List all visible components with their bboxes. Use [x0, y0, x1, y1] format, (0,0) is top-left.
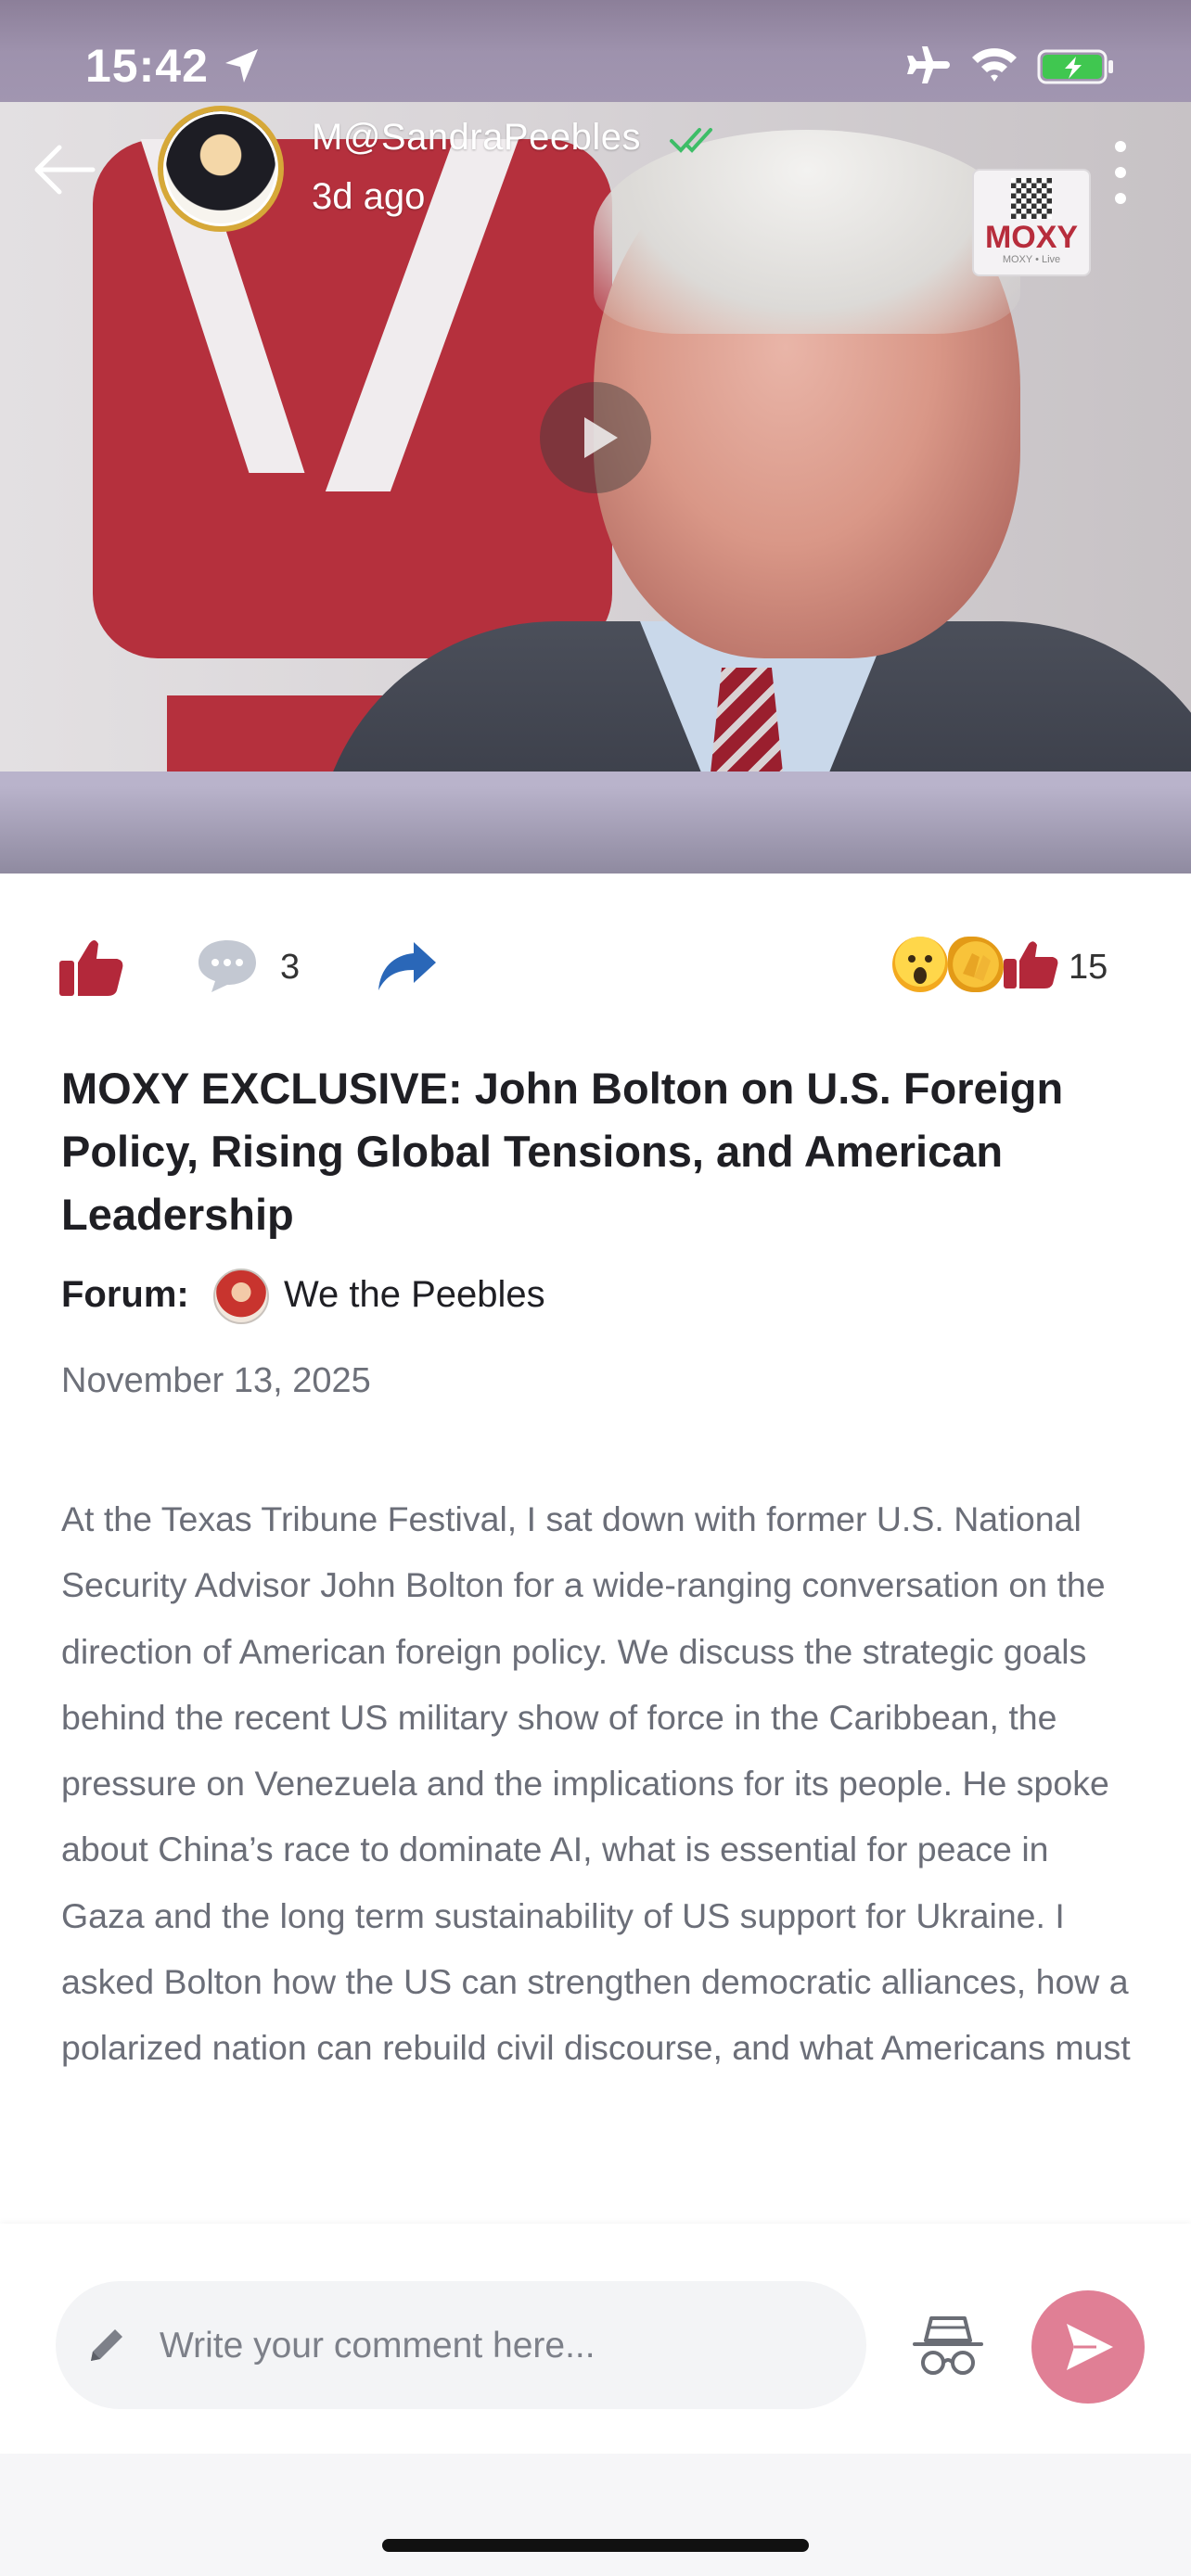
comment-input[interactable] — [160, 2300, 846, 2392]
thumbs-up-emoji[interactable] — [1002, 938, 1059, 990]
send-button[interactable] — [1031, 2290, 1145, 2404]
post-time: 3d ago — [312, 176, 426, 217]
wow-emoji[interactable] — [892, 937, 948, 992]
post-body: At the Texas Tribune Festival, I sat dow… — [61, 1499, 1131, 2068]
back-arrow-icon[interactable] — [28, 139, 102, 200]
comment-icon[interactable] — [195, 937, 260, 994]
wifi-icon — [972, 48, 1017, 82]
qr-code-icon — [1011, 178, 1052, 219]
more-vertical-icon[interactable] — [1104, 137, 1137, 208]
wow-face-icon — [908, 955, 932, 984]
moxy-logo-subtext: MOXY • Live — [1002, 254, 1061, 265]
play-button[interactable] — [540, 382, 651, 493]
forum-label: Forum: — [61, 1274, 189, 1315]
forum-avatar[interactable] — [213, 1269, 269, 1324]
moxy-logo: MOXY MOXY • Live — [972, 169, 1091, 276]
post-date: November 13, 2025 — [61, 1361, 371, 1400]
post-detail-screen: M@SandraPeebles 3d ago MOXY MOXY • Live … — [0, 0, 1191, 2576]
send-icon — [1067, 2324, 1113, 2370]
pencil-icon — [91, 2329, 122, 2361]
location-arrow-icon — [225, 49, 258, 83]
airplane-icon — [907, 46, 950, 83]
bottom-safe-area — [0, 2454, 1191, 2576]
moxy-logo-text: MOXY — [984, 220, 1079, 255]
reaction-count: 15 — [1069, 948, 1108, 987]
video-subject-hair — [594, 130, 1020, 334]
like-icon[interactable] — [58, 937, 124, 998]
media-header: M@SandraPeebles 3d ago MOXY MOXY • Live — [0, 0, 1191, 874]
author-avatar[interactable] — [158, 106, 284, 232]
forum-name[interactable]: We the Peebles — [284, 1274, 545, 1316]
battery-charging-icon — [1037, 49, 1113, 84]
share-icon[interactable] — [377, 938, 438, 994]
clap-emoji[interactable] — [948, 937, 1004, 992]
author-name[interactable]: M@SandraPeebles — [312, 117, 641, 159]
clap-hands-icon — [963, 953, 991, 981]
home-indicator[interactable] — [382, 2539, 809, 2552]
comment-count: 3 — [280, 948, 301, 987]
double-check-icon — [670, 128, 712, 153]
post-title: MOXY EXCLUSIVE: John Bolton on U.S. Fore… — [61, 1064, 1064, 1239]
status-time: 15:42 — [85, 40, 209, 92]
play-icon — [584, 417, 618, 458]
anonymous-incognito-icon[interactable] — [911, 2313, 985, 2379]
